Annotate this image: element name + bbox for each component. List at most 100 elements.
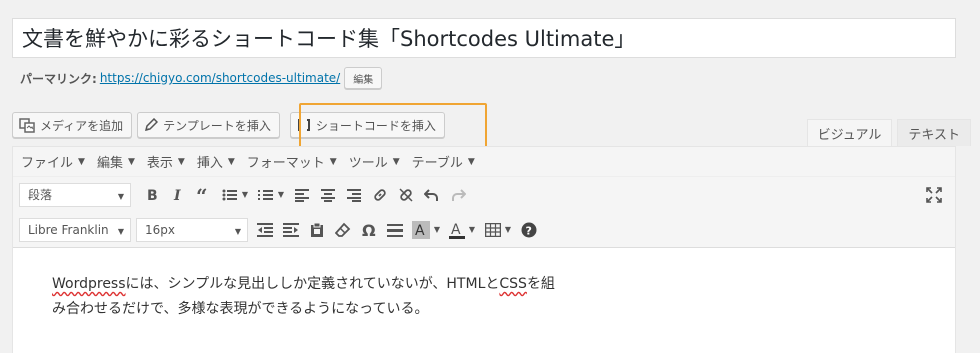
chevron-down-icon: ▼ [504,225,512,234]
editor-menubar: ファイル ▼ 編集 ▼ 表示 ▼ 挿入 ▼ フォーマット ▼ ツール ▼ テーブル ▼ [13,147,955,177]
font-family-value: Libre Franklin [28,222,109,237]
chevron-down-icon: ▼ [234,226,241,236]
chevron-down-icon: ▼ [117,191,124,201]
horizontal-rule-button[interactable] [382,217,408,243]
paragraph-line-2: み合わせるだけで、多様な表現ができるようになっている。 [52,301,429,317]
menu-insert[interactable]: 挿入 ▼ [197,152,235,171]
clipboard-icon [311,222,323,237]
tab-visual[interactable]: ビジュアル [806,119,893,146]
bold-button[interactable]: B [139,182,165,208]
clear-formatting-button[interactable] [330,217,356,243]
fullscreen-icon [926,187,942,203]
unlink-button[interactable] [393,182,419,208]
post-title-box[interactable] [12,18,956,58]
italic-icon: I [173,188,181,202]
toolbar-row-2: Libre Franklin ▼ 16px ▼ Ω A ▼ A ▼ ▼ ? [13,212,955,247]
help-button[interactable]: ? [516,217,542,243]
background-color-button[interactable]: A ▼ [408,217,444,243]
menu-view[interactable]: 表示 ▼ [147,152,185,171]
outdent-button[interactable] [252,217,278,243]
menu-view-label: 表示 [146,156,173,171]
tinymce-editor: ファイル ▼ 編集 ▼ 表示 ▼ 挿入 ▼ フォーマット ▼ ツール ▼ テーブル ▼ 段落 ▼… [12,146,956,353]
shortcode-insert-button[interactable]: ショートコードを挿入 [289,112,445,138]
editor-tabs: ビジュアル テキスト [802,119,971,146]
paragraph-text: を組 [526,276,555,292]
pencil-icon [144,118,159,132]
omega-icon: Ω [362,222,376,238]
italic-button[interactable]: I [165,182,191,208]
indent-button[interactable] [278,217,304,243]
align-left-icon [295,188,309,202]
numbered-list-icon [257,189,273,200]
table-button[interactable]: ▼ [480,217,516,243]
redo-button[interactable] [445,182,471,208]
svg-text:“: “ [196,188,208,202]
editor-content[interactable]: Wordpressには、シンプルな見出ししか定義されていないが、HTMLとCSS… [13,247,955,347]
special-character-button[interactable]: Ω [356,217,382,243]
background-color-icon: A [411,220,430,239]
chevron-down-icon: ▼ [433,225,441,234]
media-buttons: メディアを追加 テンプレートを挿入 ショートコードを挿入 [12,112,450,138]
font-size-select[interactable]: 16px ▼ [136,217,248,242]
redo-icon [452,188,466,201]
permalink-link[interactable]: https://chigyo.com/shortcodes-ultimate/ [100,71,340,85]
menu-edit[interactable]: 編集 ▼ [97,152,135,171]
post-title-input[interactable] [13,19,955,57]
chevron-down-icon: ▼ [117,226,124,236]
align-left-button[interactable] [289,182,315,208]
outdent-icon [257,222,273,237]
menu-insert-label: 挿入 [196,156,223,171]
fullscreen-button[interactable] [921,182,947,208]
bullet-list-icon [222,189,237,200]
chevron-down-icon: ▼ [467,156,475,167]
blockquote-button[interactable]: “ [191,182,217,208]
chevron-down-icon: ▼ [277,190,285,199]
menu-edit-label: 編集 [96,156,123,171]
quote-icon: “ [196,188,208,202]
insert-link-button[interactable] [367,182,393,208]
menu-format[interactable]: フォーマット ▼ [247,152,337,171]
eraser-icon [335,222,351,237]
tab-text[interactable]: テキスト [897,119,971,146]
undo-button[interactable] [419,182,445,208]
table-icon [484,222,501,237]
numbered-list-button[interactable]: ▼ [253,182,289,208]
permalink-label: パーマリンク: [20,71,97,86]
text-color-button[interactable]: A ▼ [444,217,480,243]
chevron-down-icon: ▼ [468,225,476,234]
block-format-select[interactable]: 段落 ▼ [19,182,131,207]
menu-table-label: テーブル [411,156,463,171]
help-icon: ? [521,222,537,237]
bullet-list-button[interactable]: ▼ [217,182,253,208]
horizontal-line-icon [387,223,403,237]
template-insert-label: テンプレートを挿入 [163,118,271,133]
chevron-down-icon: ▼ [227,156,235,167]
menu-file[interactable]: ファイル ▼ [21,152,85,171]
svg-text:A: A [415,223,425,239]
spellcheck-word: Wordpress [52,276,126,292]
template-insert-button[interactable]: テンプレートを挿入 [137,112,280,138]
svg-text:B: B [147,188,158,202]
chevron-down-icon: ▼ [177,156,185,167]
paste-text-button[interactable] [304,217,330,243]
align-center-button[interactable] [315,182,341,208]
svg-text:A: A [451,222,461,238]
chevron-down-icon: ▼ [241,190,249,199]
shortcode-insert-label: ショートコードを挿入 [315,118,436,133]
menu-tools-label: ツール [348,156,388,171]
chevron-down-icon: ▼ [329,156,337,167]
permalink-edit-button[interactable]: 編集 [344,67,383,89]
chevron-down-icon: ▼ [392,156,400,167]
align-center-icon [321,188,335,202]
add-media-button[interactable]: メディアを追加 [12,112,133,138]
paragraph-line-1: Wordpressには、シンプルな見出ししか定義されていないが、HTMLとCSS… [52,272,916,297]
menu-format-label: フォーマット [246,156,325,171]
menu-table[interactable]: テーブル ▼ [412,152,475,171]
media-icon [19,117,35,133]
font-family-select[interactable]: Libre Franklin ▼ [19,217,131,242]
menu-tools[interactable]: ツール ▼ [349,152,400,171]
permalink-row: パーマリンク: https://chigyo.com/shortcodes-ul… [20,67,383,89]
align-right-button[interactable] [341,182,367,208]
add-media-label: メディアを追加 [40,118,124,133]
svg-text:I: I [173,188,181,202]
